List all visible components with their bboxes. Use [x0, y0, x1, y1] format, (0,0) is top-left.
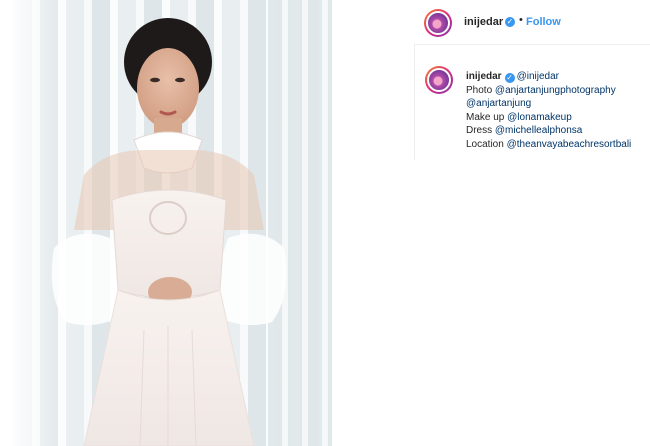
- post-caption: inijedar ✓ @inijedar Photo @anjartanjungph…: [414, 44, 650, 160]
- caption-avatar[interactable]: [425, 66, 453, 94]
- post-username[interactable]: inijedar: [464, 16, 503, 28]
- post-photo[interactable]: [14, 0, 332, 446]
- caption-username[interactable]: inijedar: [466, 71, 502, 82]
- profile-avatar[interactable]: [424, 9, 452, 37]
- mention-link-photographer[interactable]: @anjartanjungphotography: [495, 85, 616, 96]
- photo-subject-illustration: [51, 18, 287, 446]
- caption-line-owner: inijedar ✓ @inijedar: [466, 70, 631, 84]
- caption-label-location: Location: [466, 138, 507, 150]
- post-header: inijedar ✓ • Follow: [414, 0, 650, 45]
- follow-button[interactable]: Follow: [526, 16, 561, 28]
- verified-badge-icon: ✓: [504, 73, 515, 83]
- caption-line-location: Location @theanvayabeachresortbali: [466, 138, 631, 152]
- caption-label-photo: Photo: [466, 84, 495, 96]
- mention-link-location[interactable]: @theanvayabeachresortbali: [507, 139, 632, 150]
- caption-line-photo: Photo @anjartanjungphotography: [466, 84, 631, 98]
- separator-dot: •: [519, 14, 523, 26]
- mention-link-dress[interactable]: @michellealphonsa: [495, 125, 582, 136]
- mention-link-owner[interactable]: @inijedar: [517, 71, 559, 82]
- caption-line-photo-2: @anjartanjung: [466, 97, 631, 111]
- caption-line-dress: Dress @michellealphonsa: [466, 124, 631, 138]
- caption-label-dress: Dress: [466, 125, 495, 137]
- mention-link-anjartanjung[interactable]: @anjartanjung: [466, 98, 531, 109]
- mention-link-makeup[interactable]: @lonamakeup: [507, 112, 572, 123]
- caption-label-makeup: Make up: [466, 111, 508, 123]
- caption-line-makeup: Make up @lonamakeup: [466, 111, 631, 125]
- caption-text: inijedar ✓ @inijedar Photo @anjartanjungph…: [466, 70, 631, 152]
- verified-badge-icon: ✓: [505, 17, 515, 27]
